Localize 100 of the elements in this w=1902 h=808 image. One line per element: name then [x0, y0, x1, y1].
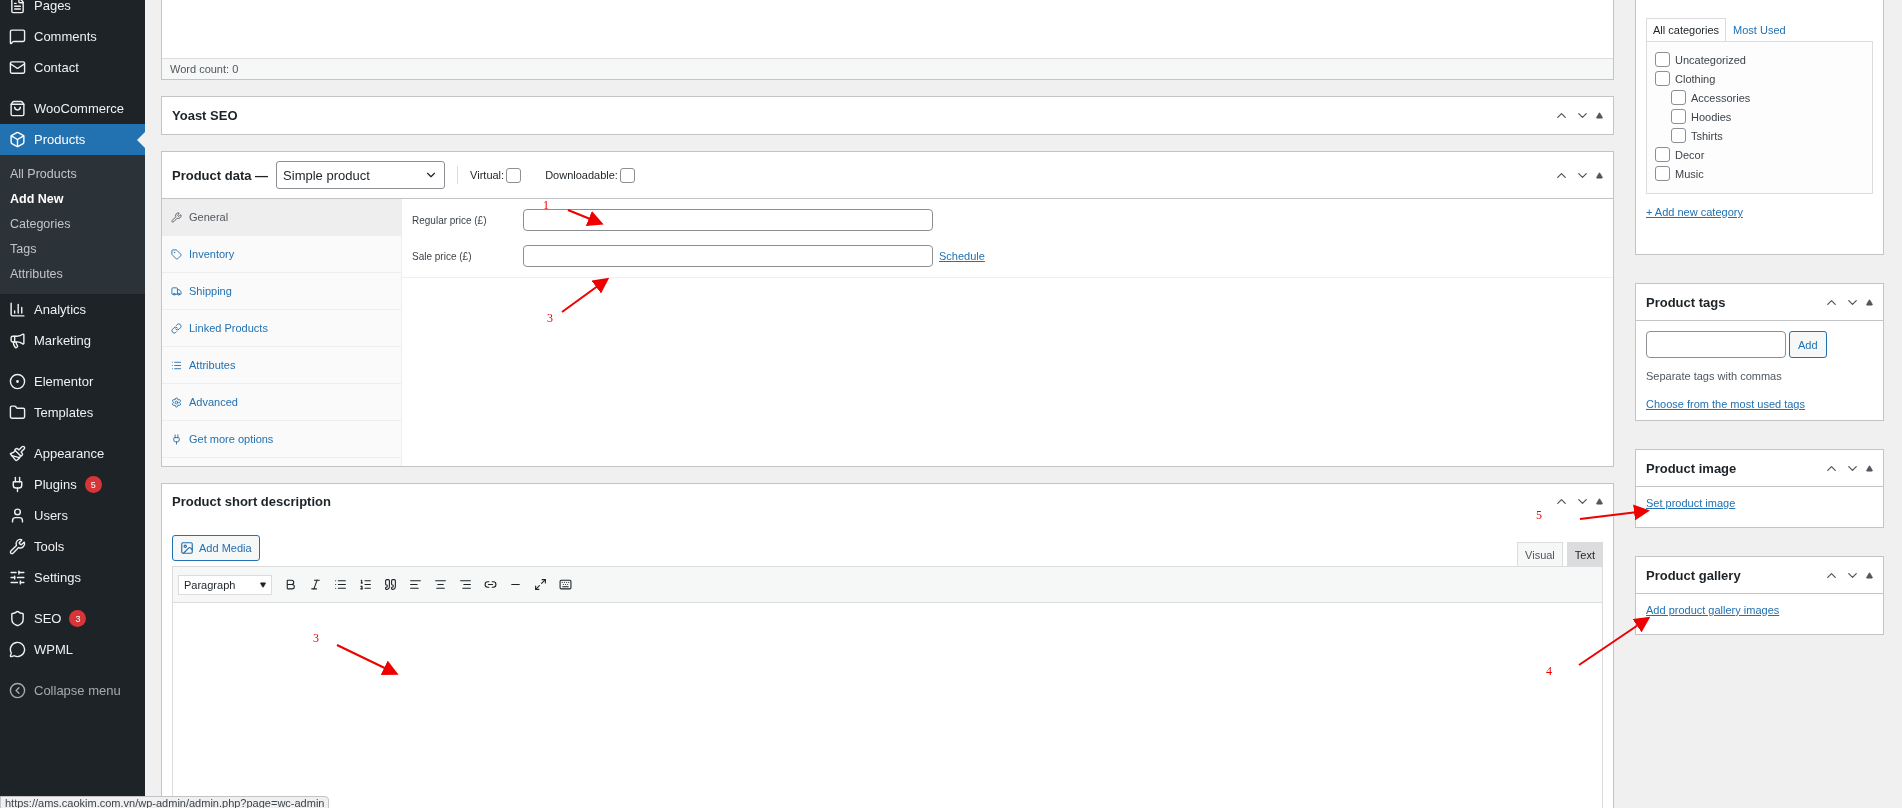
collapse-toggle-icon[interactable] [1866, 464, 1873, 472]
align-center-icon[interactable] [434, 578, 447, 591]
collapse-toggle-icon[interactable] [1866, 298, 1873, 306]
checkbox[interactable] [619, 167, 635, 183]
sidebar-item[interactable]: SEO 3 [0, 603, 145, 634]
wrench-icon [9, 538, 26, 555]
sidebar-item[interactable]: Plugins 5 [0, 469, 145, 500]
add-media-button[interactable]: Add Media [172, 535, 260, 561]
most-used-tags-link[interactable]: Choose from the most used tags [1646, 398, 1873, 410]
pages-icon [9, 0, 26, 14]
box-title: Product data — [172, 167, 269, 183]
brush-icon [9, 445, 26, 462]
box-icon [9, 131, 26, 148]
sidebar-item[interactable]: Products [0, 124, 145, 155]
submenu-item[interactable]: Tags [0, 236, 145, 261]
sidebar-item[interactable]: Tools [0, 531, 145, 562]
sidebar-item[interactable]: Marketing [0, 325, 145, 356]
sidebar-item[interactable]: Pages [0, 0, 145, 21]
editor-mode-tab[interactable]: Text [1566, 542, 1603, 566]
bag-icon [9, 100, 26, 117]
submenu-item[interactable]: All Products [0, 161, 145, 186]
bullet-list-icon[interactable] [334, 578, 347, 591]
submenu-item[interactable]: Attributes [0, 261, 145, 286]
checkbox[interactable] [1671, 128, 1686, 143]
submenu-item[interactable]: Categories [0, 211, 145, 236]
sidebar-item[interactable]: Analytics [0, 294, 145, 325]
bar-chart-icon [9, 301, 26, 318]
quote-icon[interactable] [384, 578, 397, 591]
submenu-item[interactable]: Add New [0, 186, 145, 211]
checkbox[interactable] [1671, 90, 1686, 105]
category-label: Decor [1675, 148, 1705, 161]
add-category-link[interactable]: + Add new category [1646, 206, 1743, 218]
sidebar-item[interactable]: Templates [0, 397, 145, 428]
checkbox[interactable] [1655, 71, 1670, 86]
collapse-toggle-icon[interactable] [1596, 112, 1603, 119]
editor-mode-tab[interactable]: Visual [1517, 542, 1563, 566]
count-badge: 5 [84, 476, 102, 493]
link-icon[interactable] [484, 578, 497, 591]
align-right-icon[interactable] [459, 578, 472, 591]
product-data-tab[interactable]: Shipping [162, 273, 401, 310]
product-data-tab[interactable]: Linked Products [162, 310, 401, 347]
sidebar-item[interactable]: Comments [0, 21, 145, 52]
sidebar-item[interactable]: Elementor [0, 366, 145, 397]
product-data-tab[interactable]: Get more options [162, 421, 401, 458]
category-label: Music [1675, 167, 1704, 180]
sidebar-item[interactable]: Appearance [0, 438, 145, 469]
price-field[interactable] [523, 209, 933, 231]
category-label: Hoodies [1691, 110, 1732, 123]
collapse-toggle-icon[interactable] [1596, 497, 1603, 505]
field-label: Sale price (£) [412, 250, 473, 262]
tag-icon [171, 248, 182, 260]
sidebar-item[interactable]: Contact [0, 52, 145, 83]
sidebar-item[interactable]: Users [0, 500, 145, 531]
set-image-link[interactable]: Set product image [1646, 497, 1873, 509]
collapse-toggle-icon[interactable] [1866, 571, 1873, 579]
add-tag-button[interactable]: Add [1789, 331, 1827, 358]
checkbox[interactable] [1655, 166, 1670, 181]
italic-icon[interactable] [309, 578, 322, 591]
truck-icon [171, 285, 182, 297]
box-title: Product short description [172, 493, 331, 509]
media-icon [180, 541, 194, 555]
mail-icon [9, 59, 26, 76]
checkbox[interactable] [1671, 109, 1686, 124]
user-icon [9, 507, 26, 524]
annotation-arrow [336, 644, 399, 675]
collapse-toggle-icon[interactable] [1596, 171, 1603, 179]
box-title: Product tags [1646, 294, 1726, 310]
annotation-number: 3 [313, 631, 319, 646]
checkbox[interactable] [506, 167, 522, 183]
add-gallery-link[interactable]: Add product gallery images [1646, 604, 1873, 616]
link-icon [171, 322, 182, 334]
product-data-tab[interactable]: General [162, 199, 401, 236]
fullscreen-icon[interactable] [534, 578, 547, 591]
numbered-list-icon[interactable] [359, 578, 372, 591]
tag-input[interactable] [1646, 331, 1786, 358]
sliders-icon [9, 569, 26, 586]
sidebar-item[interactable]: Settings [0, 562, 145, 593]
sidebar-item[interactable]: WPML [0, 634, 145, 665]
box-title: Product image [1646, 460, 1737, 476]
checkbox[interactable] [1655, 52, 1670, 67]
product-type-select[interactable]: Simple product [276, 161, 446, 189]
caret-icon [260, 581, 266, 588]
price-field[interactable] [523, 245, 933, 267]
speech-bubble-icon [9, 641, 26, 658]
annotation-arrow [567, 209, 604, 226]
collapse-menu-item[interactable]: Collapse menu [0, 675, 145, 706]
product-data-tab[interactable]: Inventory [162, 236, 401, 273]
product-data-tab[interactable]: Attributes [162, 347, 401, 384]
sidebar-item[interactable]: WooCommerce [0, 93, 145, 124]
align-left-icon[interactable] [409, 578, 422, 591]
category-label: Tshirts [1691, 129, 1723, 142]
product-data-tab[interactable]: Advanced [162, 384, 401, 421]
schedule-link[interactable]: Schedule [939, 250, 985, 262]
bold-icon[interactable] [284, 578, 297, 591]
collapse-icon [9, 682, 26, 699]
category-tab[interactable]: All categories [1646, 18, 1727, 41]
folder-icon [9, 404, 26, 421]
checkbox[interactable] [1655, 147, 1670, 162]
format-select[interactable]: Paragraph [178, 574, 272, 595]
keyboard-icon[interactable] [559, 578, 572, 591]
